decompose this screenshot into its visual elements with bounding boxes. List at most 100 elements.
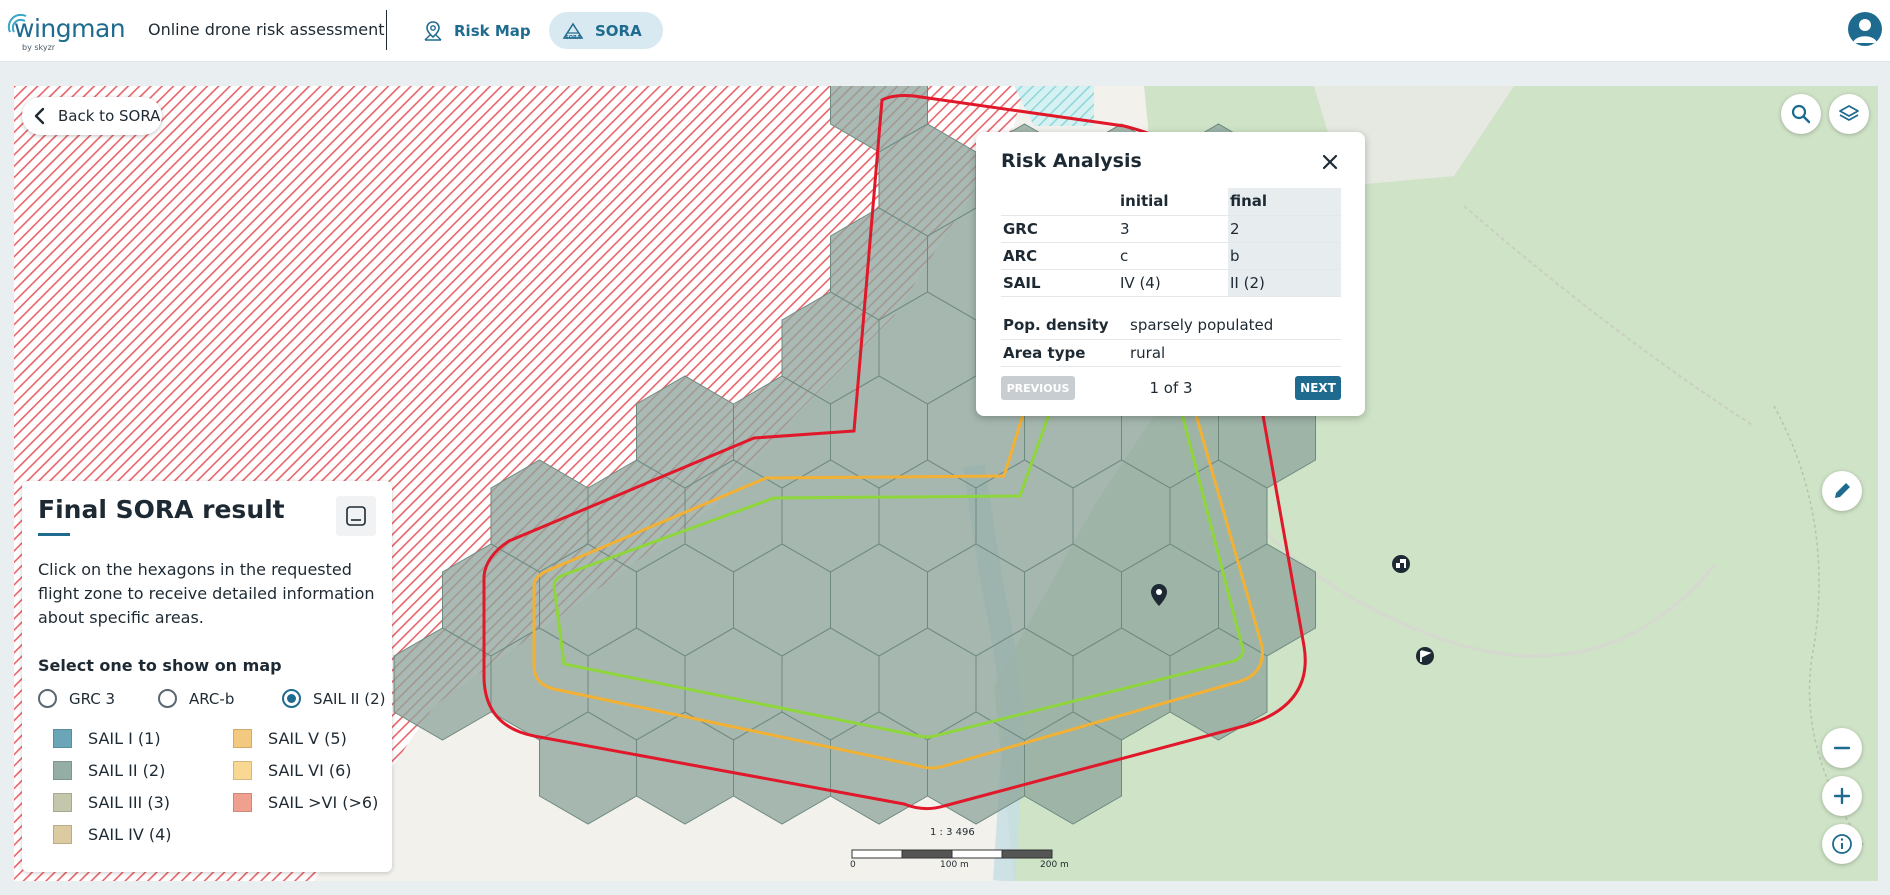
header-divider: [386, 10, 387, 50]
radio-arc-b[interactable]: ARC-b: [158, 689, 234, 708]
user-avatar[interactable]: [1848, 12, 1882, 46]
scale-bar: [851, 849, 1053, 859]
table-row: ARC c b: [1001, 242, 1341, 270]
panel-collapse-button[interactable]: [336, 496, 376, 536]
legend-sail-5: SAIL V (5): [233, 729, 347, 748]
radio-grc-3[interactable]: GRC 3: [38, 689, 115, 708]
logo-subtitle: by skyzr: [22, 43, 56, 52]
risk-row-initial: c: [1118, 242, 1228, 270]
risk-col-empty: [1001, 188, 1118, 216]
legend-sail-over-6: SAIL >VI (>6): [233, 793, 378, 812]
info-row-value: sparsely populated: [1128, 312, 1341, 340]
legend-sail-6: SAIL VI (6): [233, 761, 352, 780]
legend-label: SAIL I (1): [88, 729, 161, 748]
legend-sail-3: SAIL III (3): [53, 793, 170, 812]
risk-col-initial: initial: [1118, 188, 1228, 216]
layers-icon: [1839, 105, 1859, 121]
info-row-value: rural: [1128, 339, 1341, 367]
svg-text:SORA: SORA: [565, 35, 581, 41]
risk-table: initial final GRC 3 2 ARC c b SAIL IV (4…: [1001, 188, 1341, 297]
draw-edit-button[interactable]: [1822, 471, 1862, 511]
radio-circle[interactable]: [38, 689, 57, 708]
sora-drone-icon: SORA: [562, 22, 584, 41]
popup-close-button[interactable]: [1318, 150, 1342, 174]
search-icon: [1791, 104, 1811, 124]
scale-tick-200: 200 m: [1040, 860, 1069, 870]
scale-ratio: 1 : 3 496: [930, 827, 975, 838]
table-row: Pop. density sparsely populated: [1001, 312, 1341, 340]
risk-row-final: 2: [1228, 215, 1341, 243]
legend-swatch: [233, 729, 252, 748]
chevron-left-icon: [34, 107, 45, 125]
sora-result-panel: Final SORA result Click on the hexagons …: [22, 481, 392, 872]
start-flag-icon[interactable]: [1416, 647, 1434, 665]
radio-circle-selected[interactable]: [282, 689, 301, 708]
finish-flag-icon[interactable]: [1392, 555, 1410, 573]
close-icon: [1322, 154, 1338, 170]
risk-row-final: b: [1228, 242, 1341, 270]
legend-swatch: [233, 793, 252, 812]
map-scale: 1 : 3 496 0 100 m 200 m: [850, 826, 1070, 871]
legend-swatch: [53, 825, 72, 844]
map-info-button[interactable]: [1822, 824, 1862, 864]
legend-label: SAIL VI (6): [268, 761, 352, 780]
risk-row-initial: IV (4): [1118, 269, 1228, 297]
tab-risk-map[interactable]: Risk Map: [410, 12, 547, 49]
map-layers-button[interactable]: [1829, 94, 1869, 134]
scale-tick-0: 0: [850, 860, 856, 870]
scale-tick-100: 100 m: [940, 860, 969, 870]
risk-table-header: initial final: [1001, 188, 1341, 216]
user-icon: [1853, 19, 1877, 43]
zoom-in-button[interactable]: [1822, 776, 1862, 816]
risk-col-final: final: [1228, 188, 1341, 216]
tab-sora-label: SORA: [595, 21, 642, 40]
legend-swatch: [53, 729, 72, 748]
panel-description: Click on the hexagons in the requested f…: [38, 560, 375, 627]
legend-label: SAIL II (2): [88, 761, 166, 780]
map-pin-icon: [424, 20, 442, 41]
panel-title: Final SORA result: [38, 495, 285, 524]
wingman-logo[interactable]: wingman by skyzr: [7, 12, 126, 52]
radio-label: ARC-b: [189, 689, 235, 708]
radio-label: SAIL II (2): [313, 689, 386, 708]
risk-row-label: SAIL: [1001, 269, 1118, 297]
table-row: SAIL IV (4) II (2): [1001, 269, 1341, 297]
pencil-icon: [1835, 483, 1850, 498]
risk-row-label: ARC: [1001, 242, 1118, 270]
radio-label: GRC 3: [69, 689, 116, 708]
minimize-panel-icon: [346, 506, 366, 526]
app-title: Online drone risk assessment: [148, 20, 385, 39]
legend-label: SAIL IV (4): [88, 825, 172, 844]
logo-wordmark: wingman: [14, 14, 126, 43]
radio-sail-ii[interactable]: SAIL II (2): [282, 689, 385, 708]
title-underline: [38, 533, 70, 536]
next-button[interactable]: NEXT: [1295, 376, 1341, 400]
back-to-sora-button[interactable]: Back to SORA: [22, 97, 162, 135]
legend-swatch: [53, 761, 72, 780]
back-to-sora-label: Back to SORA: [58, 107, 161, 125]
area-info-table: Pop. density sparsely populated Area typ…: [1001, 312, 1341, 367]
legend-swatch: [53, 793, 72, 812]
info-icon: [1832, 834, 1852, 854]
legend-sail-2: SAIL II (2): [53, 761, 165, 780]
risk-row-initial: 3: [1118, 215, 1228, 243]
info-row-label: Pop. density: [1001, 312, 1128, 340]
risk-row-label: GRC: [1001, 215, 1118, 243]
select-layer-label: Select one to show on map: [38, 656, 282, 675]
legend-label: SAIL >VI (>6): [268, 793, 379, 812]
tab-risk-map-label: Risk Map: [454, 21, 531, 40]
plus-icon: [1833, 787, 1851, 805]
legend-sail-1: SAIL I (1): [53, 729, 161, 748]
legend-sail-4: SAIL IV (4): [53, 825, 172, 844]
page-indicator: 1 of 3: [1149, 379, 1193, 397]
radio-circle[interactable]: [158, 689, 177, 708]
zoom-out-button[interactable]: [1822, 728, 1862, 768]
legend-swatch: [233, 761, 252, 780]
minus-icon: [1833, 746, 1851, 750]
tab-sora[interactable]: SORA SORA: [549, 12, 663, 49]
table-row: GRC 3 2: [1001, 215, 1341, 243]
risk-row-final: II (2): [1228, 269, 1341, 297]
previous-button[interactable]: PREVIOUS: [1001, 376, 1075, 400]
map-search-button[interactable]: [1781, 94, 1821, 134]
risk-analysis-popup: Risk Analysis initial final GRC 3 2 ARC …: [976, 132, 1365, 416]
